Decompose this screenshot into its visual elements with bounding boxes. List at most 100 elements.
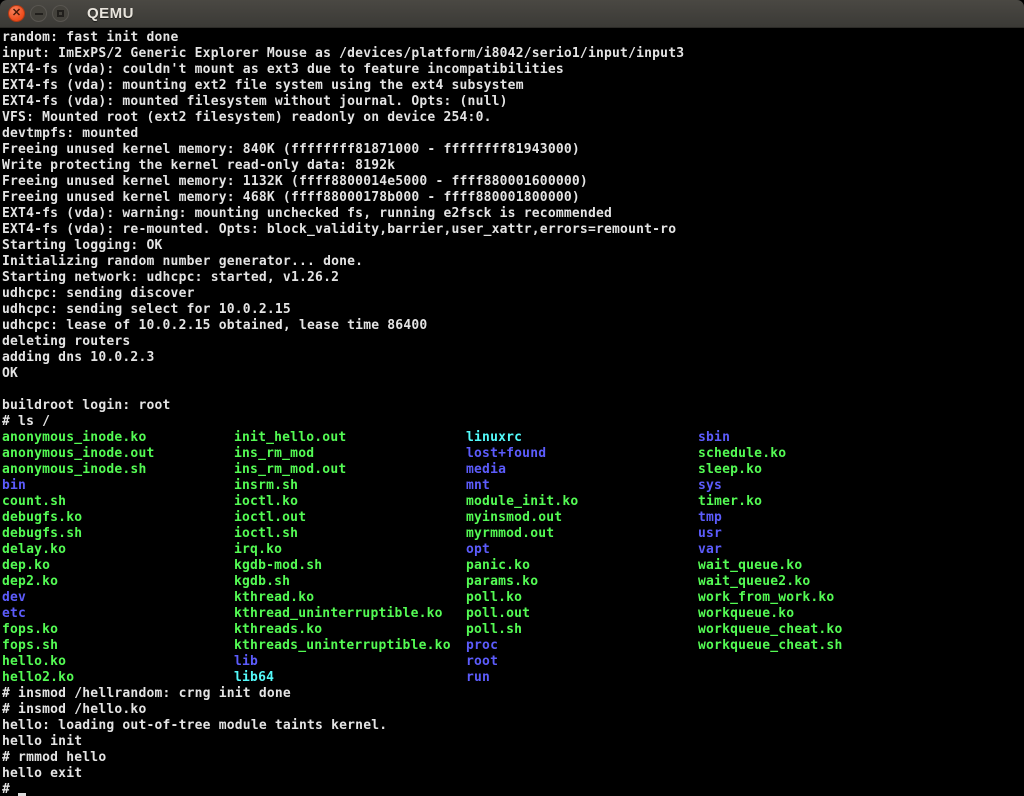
file-entry: debugfs.ko bbox=[2, 510, 234, 526]
terminal-line: udhcpc: sending discover bbox=[2, 286, 1024, 302]
terminal-line: EXT4-fs (vda): warning: mounting uncheck… bbox=[2, 206, 1024, 222]
file-entry: kthreads.ko bbox=[234, 622, 466, 638]
file-entry: usr bbox=[698, 526, 930, 542]
ls-row: fops.shkthreads_uninterruptible.koprocwo… bbox=[2, 638, 1024, 654]
terminal-line: hello: loading out-of-tree module taints… bbox=[2, 718, 1024, 734]
terminal-line: adding dns 10.0.2.3 bbox=[2, 350, 1024, 366]
file-entry: hello2.ko bbox=[2, 670, 234, 686]
file-entry: etc bbox=[2, 606, 234, 622]
prompt-line: # bbox=[2, 782, 1024, 796]
ls-row: anonymous_inode.koinit_hello.outlinuxrcs… bbox=[2, 430, 1024, 446]
titlebar[interactable]: ✕ QEMU bbox=[0, 0, 1024, 28]
file-entry: lib64 bbox=[234, 670, 466, 686]
terminal-line: Initializing random number generator... … bbox=[2, 254, 1024, 270]
ls-row: dep.kokgdb-mod.shpanic.kowait_queue.ko bbox=[2, 558, 1024, 574]
ls-row: bininsrm.shmntsys bbox=[2, 478, 1024, 494]
file-entry: module_init.ko bbox=[466, 494, 698, 510]
file-entry: ins_rm_mod.out bbox=[234, 462, 466, 478]
terminal-line: # insmod /hellrandom: crng init done bbox=[2, 686, 1024, 702]
file-entry: kgdb-mod.sh bbox=[234, 558, 466, 574]
file-entry: ins_rm_mod bbox=[234, 446, 466, 462]
file-entry: panic.ko bbox=[466, 558, 698, 574]
close-button[interactable]: ✕ bbox=[8, 5, 25, 22]
terminal-line: EXT4-fs (vda): mounting ext2 file system… bbox=[2, 78, 1024, 94]
file-entry: kthread_uninterruptible.ko bbox=[234, 606, 466, 622]
file-entry: proc bbox=[466, 638, 698, 654]
ls-row: debugfs.koioctl.outmyinsmod.outtmp bbox=[2, 510, 1024, 526]
terminal-line: random: fast init done bbox=[2, 30, 1024, 46]
qemu-window: ✕ QEMU random: fast init doneinput: ImEx… bbox=[0, 0, 1024, 796]
file-entry: opt bbox=[466, 542, 698, 558]
terminal-line: Write protecting the kernel read-only da… bbox=[2, 158, 1024, 174]
file-entry: tmp bbox=[698, 510, 930, 526]
terminal-line: buildroot login: root bbox=[2, 398, 1024, 414]
close-icon: ✕ bbox=[12, 8, 21, 19]
file-entry: sys bbox=[698, 478, 930, 494]
terminal-line: EXT4-fs (vda): couldn't mount as ext3 du… bbox=[2, 62, 1024, 78]
file-entry: poll.sh bbox=[466, 622, 698, 638]
file-entry: media bbox=[466, 462, 698, 478]
ls-row: count.shioctl.komodule_init.kotimer.ko bbox=[2, 494, 1024, 510]
terminal-line: # rmmod hello bbox=[2, 750, 1024, 766]
terminal-line: # insmod /hello.ko bbox=[2, 702, 1024, 718]
file-entry: root bbox=[466, 654, 698, 670]
ls-row: hello.kolibroot bbox=[2, 654, 1024, 670]
file-entry: dep2.ko bbox=[2, 574, 234, 590]
file-entry: run bbox=[466, 670, 698, 686]
terminal-screen[interactable]: random: fast init doneinput: ImExPS/2 Ge… bbox=[0, 28, 1024, 796]
file-entry: insrm.sh bbox=[234, 478, 466, 494]
file-entry: dep.ko bbox=[2, 558, 234, 574]
file-entry: mnt bbox=[466, 478, 698, 494]
file-entry: var bbox=[698, 542, 930, 558]
file-entry: irq.ko bbox=[234, 542, 466, 558]
ls-row: devkthread.kopoll.kowork_from_work.ko bbox=[2, 590, 1024, 606]
maximize-button[interactable] bbox=[52, 5, 69, 22]
file-entry: linuxrc bbox=[466, 430, 698, 446]
file-entry: workqueue.ko bbox=[698, 606, 930, 622]
file-entry: lost+found bbox=[466, 446, 698, 462]
file-entry: hello.ko bbox=[2, 654, 234, 670]
terminal-line bbox=[2, 382, 1024, 398]
file-entry: ioctl.ko bbox=[234, 494, 466, 510]
terminal-line: OK bbox=[2, 366, 1024, 382]
file-entry: workqueue_cheat.ko bbox=[698, 622, 930, 638]
file-entry: lib bbox=[234, 654, 466, 670]
terminal-line: devtmpfs: mounted bbox=[2, 126, 1024, 142]
file-entry: kgdb.sh bbox=[234, 574, 466, 590]
terminal-line: input: ImExPS/2 Generic Explorer Mouse a… bbox=[2, 46, 1024, 62]
terminal-line: deleting routers bbox=[2, 334, 1024, 350]
file-entry: sleep.ko bbox=[698, 462, 930, 478]
ls-row: anonymous_inode.shins_rm_mod.outmediasle… bbox=[2, 462, 1024, 478]
ls-row: delay.koirq.kooptvar bbox=[2, 542, 1024, 558]
terminal-line: EXT4-fs (vda): mounted filesystem withou… bbox=[2, 94, 1024, 110]
terminal-line: VFS: Mounted root (ext2 filesystem) read… bbox=[2, 110, 1024, 126]
file-entry: wait_queue.ko bbox=[698, 558, 930, 574]
file-entry: ioctl.sh bbox=[234, 526, 466, 542]
post-lines: # insmod /hellrandom: crng init done# in… bbox=[2, 686, 1024, 782]
file-entry: anonymous_inode.ko bbox=[2, 430, 234, 446]
file-entry: debugfs.sh bbox=[2, 526, 234, 542]
terminal-line: hello init bbox=[2, 734, 1024, 750]
terminal-line: Freeing unused kernel memory: 840K (ffff… bbox=[2, 142, 1024, 158]
ls-row: hello2.kolib64run bbox=[2, 670, 1024, 686]
file-entry: poll.out bbox=[466, 606, 698, 622]
minimize-icon bbox=[35, 13, 43, 15]
ls-listing: anonymous_inode.koinit_hello.outlinuxrcs… bbox=[2, 430, 1024, 686]
maximize-icon bbox=[57, 10, 64, 17]
terminal-line: Freeing unused kernel memory: 1132K (fff… bbox=[2, 174, 1024, 190]
file-entry: kthreads_uninterruptible.ko bbox=[234, 638, 466, 654]
file-entry: delay.ko bbox=[2, 542, 234, 558]
boot-lines: random: fast init doneinput: ImExPS/2 Ge… bbox=[2, 30, 1024, 430]
terminal-line: Starting logging: OK bbox=[2, 238, 1024, 254]
file-entry: fops.sh bbox=[2, 638, 234, 654]
file-entry: count.sh bbox=[2, 494, 234, 510]
file-entry: work_from_work.ko bbox=[698, 590, 930, 606]
file-entry: timer.ko bbox=[698, 494, 930, 510]
file-entry: anonymous_inode.out bbox=[2, 446, 234, 462]
file-entry: fops.ko bbox=[2, 622, 234, 638]
minimize-button[interactable] bbox=[30, 5, 47, 22]
file-entry: poll.ko bbox=[466, 590, 698, 606]
file-entry: sbin bbox=[698, 430, 930, 446]
ls-row: etckthread_uninterruptible.kopoll.outwor… bbox=[2, 606, 1024, 622]
file-entry: init_hello.out bbox=[234, 430, 466, 446]
